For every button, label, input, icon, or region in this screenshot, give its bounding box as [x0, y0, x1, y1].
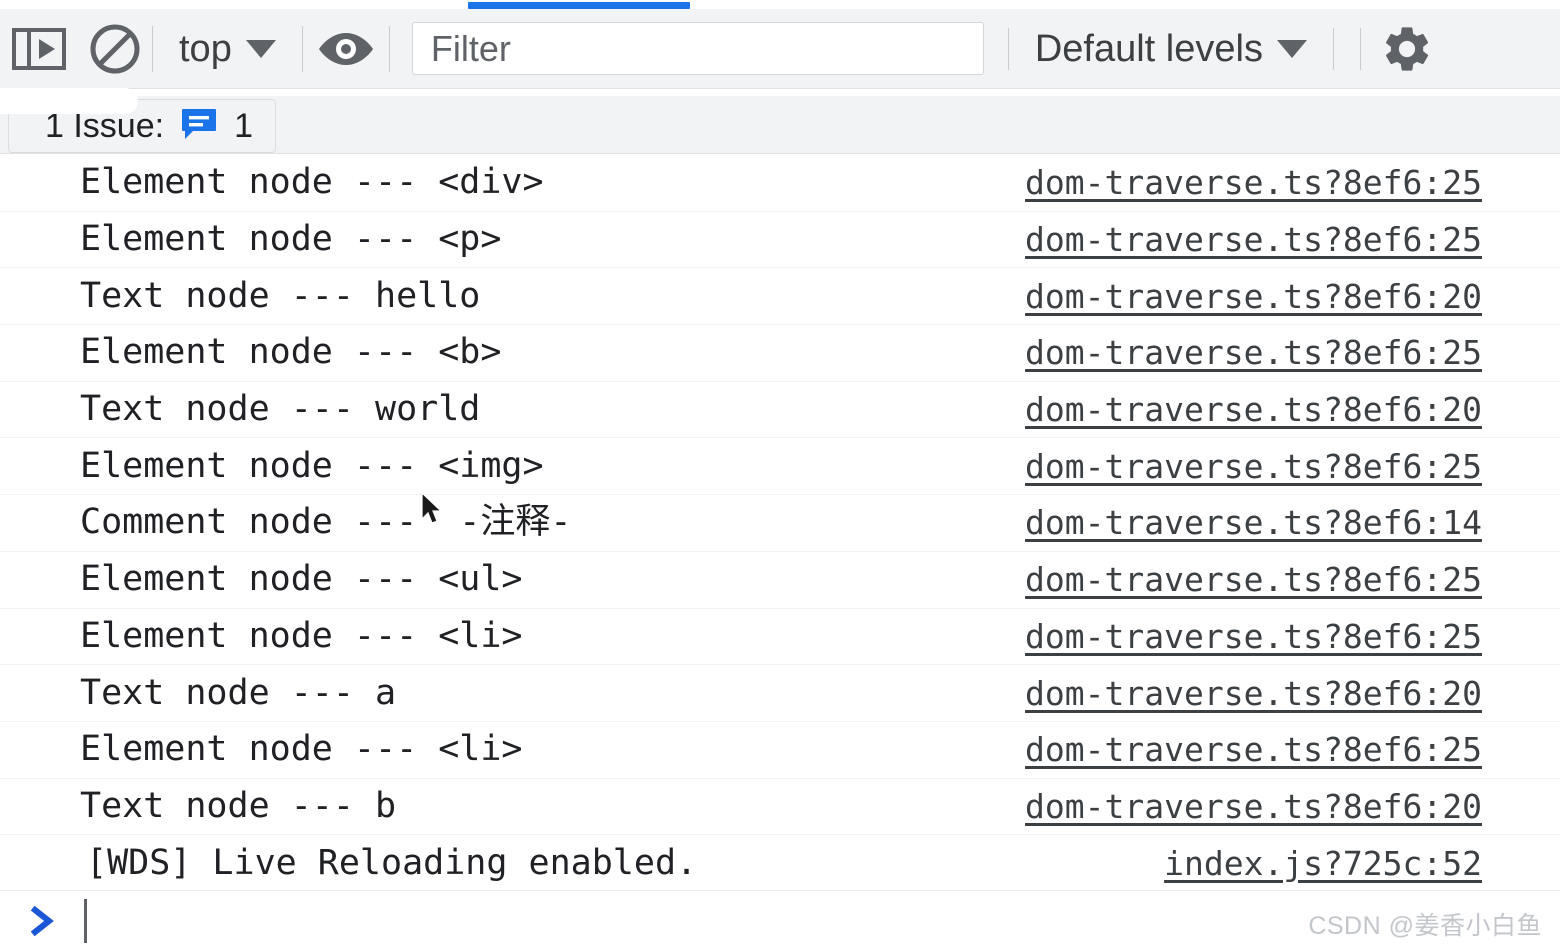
console-log-message: Text node --- a — [80, 672, 397, 713]
console-log-source-link[interactable]: dom-traverse.ts?8ef6:25 — [1025, 336, 1482, 369]
text-cursor — [84, 899, 87, 943]
overlay-blob — [0, 88, 138, 114]
issues-count: 1 — [234, 107, 253, 145]
filter-input[interactable]: Filter — [411, 22, 984, 75]
message-bubble-icon — [180, 107, 218, 146]
console-log-source-link[interactable]: dom-traverse.ts?8ef6:20 — [1025, 677, 1482, 710]
console-log-source-link[interactable]: dom-traverse.ts?8ef6:20 — [1025, 393, 1482, 426]
console-log-row[interactable]: Element node --- <div> dom-traverse.ts?8e… — [0, 155, 1560, 212]
console-log-source-link[interactable]: dom-traverse.ts?8ef6:14 — [1025, 506, 1482, 539]
console-log-message: Text node --- b — [80, 785, 397, 826]
toolbar-divider-5 — [1332, 27, 1334, 70]
console-log-row[interactable]: Element node --- <b> dom-traverse.ts?8ef6… — [0, 325, 1560, 382]
console-log-message: Element node --- <img> — [80, 445, 544, 486]
watermark: CSDN @姜香小白鱼 — [1308, 912, 1542, 940]
execution-context-selector[interactable]: top — [153, 19, 302, 79]
console-log-row[interactable]: Comment node --- -注释-dom-traverse.ts?8ef… — [0, 495, 1560, 552]
execution-context-label: top — [179, 27, 232, 70]
console-log-row[interactable]: Text node --- world dom-traverse.ts?8ef6:… — [0, 382, 1560, 439]
console-log-message: Element node --- <b> — [80, 332, 502, 373]
console-log-message: Element node --- <li> — [80, 615, 523, 656]
log-levels-label: Default levels — [1034, 27, 1263, 70]
console-log-source-link[interactable]: dom-traverse.ts?8ef6:25 — [1025, 166, 1482, 199]
console-toolbar: top Filter Default levels — [0, 9, 1560, 89]
chevron-down-icon — [245, 39, 276, 58]
console-log-source-link[interactable]: index.js?725c:52 — [1164, 847, 1482, 880]
console-log-row[interactable]: Element node --- <li> dom-traverse.ts?8ef… — [0, 722, 1560, 779]
toolbar-divider-3 — [388, 25, 390, 72]
filter-placeholder: Filter — [430, 27, 511, 69]
console-log-message: Comment node --- -注释- — [80, 502, 572, 543]
console-log-row[interactable]: [WDS] Live Reloading enabled. index.js?72… — [0, 835, 1560, 892]
devtools-console-panel: top Filter Default levels 1 Issue: 1 Ele… — [0, 0, 1560, 952]
eye-live-expression-icon[interactable] — [303, 19, 389, 79]
gear-icon[interactable] — [1361, 19, 1453, 79]
sidebar-panel-play-icon[interactable] — [0, 19, 78, 79]
chevron-right-prompt-icon — [26, 905, 58, 937]
console-log-source-link[interactable]: dom-traverse.ts?8ef6:25 — [1025, 733, 1482, 766]
console-log-source-link[interactable]: dom-traverse.ts?8ef6:25 — [1025, 563, 1482, 596]
active-tab-indicator — [468, 2, 690, 9]
console-log-row[interactable]: Element node --- <li> dom-traverse.ts?8ef… — [0, 609, 1560, 666]
console-log-row[interactable]: Element node --- <p> dom-traverse.ts?8ef6… — [0, 212, 1560, 269]
console-log-row[interactable]: Text node --- hello dom-traverse.ts?8ef6:… — [0, 268, 1560, 326]
console-prompt-input[interactable] — [90, 891, 1290, 952]
console-log-row[interactable]: Element node --- <img> dom-traverse.ts?8e… — [0, 438, 1560, 496]
console-log-source-link[interactable]: dom-traverse.ts?8ef6:25 — [1025, 620, 1482, 653]
chevron-down-icon — [1276, 39, 1307, 58]
log-levels-selector[interactable]: Default levels — [1009, 19, 1333, 79]
no-entry-clear-icon[interactable] — [78, 19, 152, 79]
console-log-message: Element node --- <div> — [80, 162, 544, 203]
issues-label: 1 Issue: — [45, 107, 165, 145]
console-log-message: Element node --- <li> — [80, 729, 523, 770]
console-log-message: Text node --- hello — [80, 275, 481, 316]
console-log-list: Element node --- <div> dom-traverse.ts?8e… — [0, 155, 1560, 892]
console-log-source-link[interactable]: dom-traverse.ts?8ef6:25 — [1025, 223, 1482, 256]
console-log-message: Text node --- world — [80, 389, 481, 430]
console-log-source-link[interactable]: dom-traverse.ts?8ef6:20 — [1025, 280, 1482, 313]
console-log-source-link[interactable]: dom-traverse.ts?8ef6:25 — [1025, 450, 1482, 483]
console-log-row[interactable]: Text node --- b dom-traverse.ts?8ef6:20 — [0, 779, 1560, 836]
console-log-message: Element node --- <ul> — [80, 559, 523, 600]
console-log-row[interactable]: Text node --- a dom-traverse.ts?8ef6:20 — [0, 665, 1560, 722]
console-log-source-link[interactable]: dom-traverse.ts?8ef6:20 — [1025, 790, 1482, 823]
console-log-row[interactable]: Element node --- <ul> dom-traverse.ts?8ef… — [0, 552, 1560, 609]
console-log-message: [WDS] Live Reloading enabled. — [86, 842, 698, 883]
console-log-message: Element node --- <p> — [80, 219, 502, 260]
